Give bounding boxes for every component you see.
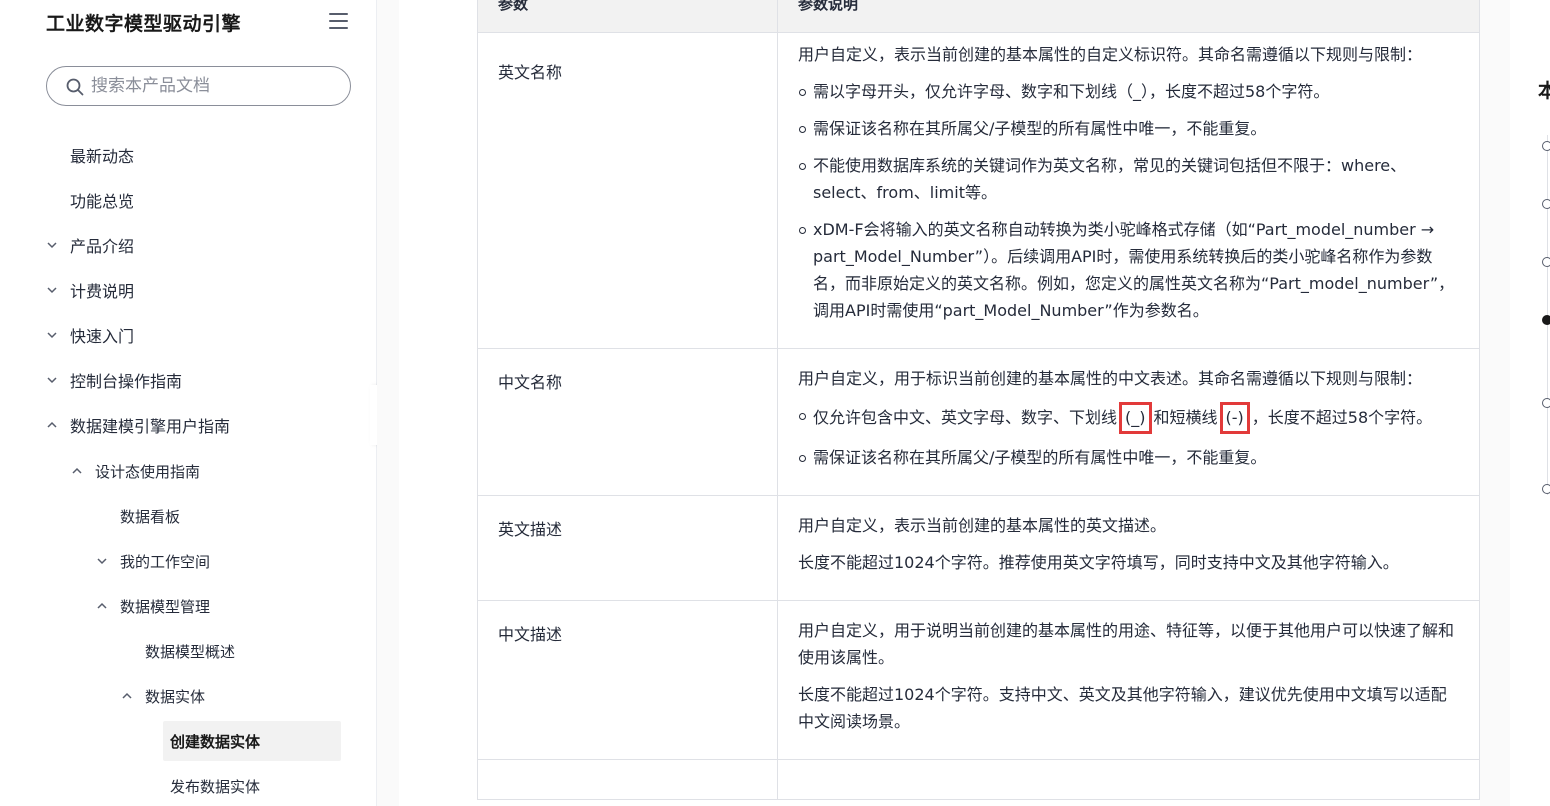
toc-anchor-active[interactable] [1542, 315, 1550, 325]
nav-label: 创建数据实体 [170, 732, 261, 751]
param-name: 中文名称 [477, 348, 778, 496]
highlight-underscore: (_) [1119, 402, 1152, 434]
text-segment: 和短横线 [1153, 408, 1218, 427]
nav-label: 设计态使用指南 [95, 462, 201, 481]
desc-text: 用户自定义，用于说明当前创建的基本属性的用途、特征等，以便于其他用户可以快速了解… [798, 621, 1455, 667]
header-param: 参数 [477, 0, 778, 33]
nav-label: 功能总览 [70, 192, 135, 211]
nav-item-workspace[interactable]: 我的工作空间 [96, 541, 210, 581]
rule-list: 需以字母开头，仅允许字母、数字和下划线（_），长度不超过58个字符。 需保证该名… [798, 78, 1459, 324]
nav-item-quickstart[interactable]: 快速入门 [46, 315, 134, 355]
nav-item-create-entity[interactable]: 创建数据实体 [163, 721, 341, 761]
desc-text: 用户自定义，表示当前创建的基本属性的英文描述。 [798, 516, 1167, 535]
param-name [477, 759, 778, 800]
nav-label: 最新动态 [70, 147, 135, 166]
toc-anchor-3[interactable] [1542, 257, 1550, 267]
toc-anchor-2[interactable] [1542, 199, 1550, 209]
desc-text: 长度不能超过1024个字符。支持中文、英文及其他字符输入，建议优先使用中文填写以… [798, 685, 1447, 731]
nav-label: 发布数据实体 [170, 777, 261, 796]
chevron-down-icon [47, 332, 57, 339]
table-row: 英文名称 用户自定义，表示当前创建的基本属性的自定义标识符。其命名需遵循以下规则… [477, 32, 1480, 349]
chevron-down-icon [47, 242, 57, 249]
nav-label: 数据看板 [120, 507, 181, 526]
main-content: 参数 参数说明 英文名称 用户自定义，表示当前创建的基本属性的自定义标识符。其命… [377, 0, 1510, 806]
text-segment: 仅允许包含中文、英文字母、数字、下划线 [813, 408, 1118, 427]
document-page: 参数 参数说明 英文名称 用户自定义，表示当前创建的基本属性的自定义标识符。其命… [399, 0, 1480, 806]
nav-label: 快速入门 [70, 327, 135, 346]
nav-item-modeling-guide[interactable]: 数据建模引擎用户指南 [46, 405, 230, 445]
nav-label: 数据实体 [145, 687, 206, 706]
nav-label: 我的工作空间 [120, 552, 211, 571]
toc-title: 本 [1538, 80, 1550, 102]
nav-item-dashboard[interactable]: 数据看板 [120, 496, 180, 536]
param-desc: 用户自定义，表示当前创建的基本属性的英文描述。 长度不能超过1024个字符。推荐… [777, 495, 1480, 601]
nav-label: 数据建模引擎用户指南 [70, 417, 231, 436]
search-box[interactable] [46, 66, 351, 106]
table-row: 中文名称 用户自定义，用于标识当前创建的基本属性的中文表述。其命名需遵循以下规则… [477, 348, 1480, 496]
list-item: 需保证该名称在其所属父/子模型的所有属性中唯一，不能重复。 [798, 444, 1459, 471]
list-item: xDM-F会将输入的英文名称自动转换为类小驼峰格式存储（如“Part_model… [798, 216, 1459, 324]
nav-item-data-entity[interactable]: 数据实体 [121, 676, 205, 716]
highlight-hyphen: (-) [1219, 402, 1250, 434]
toc-panel: 本 [1510, 0, 1550, 806]
search-input[interactable] [91, 75, 331, 97]
param-name: 英文名称 [477, 32, 778, 349]
list-item: 不能使用数据库系统的关键词作为英文名称，常见的关键词包括但不限于：where、s… [798, 152, 1459, 206]
toc-anchor-1[interactable] [1542, 141, 1550, 151]
nav-item-billing[interactable]: 计费说明 [46, 270, 134, 310]
nav-label: 计费说明 [70, 282, 135, 301]
sidebar: 工业数字模型驱动引擎 最新动态 功能总览 产品介绍 计费说明 快速入门 控制台操… [0, 0, 377, 806]
list-item: 需保证该名称在其所属父/子模型的所有属性中唯一，不能重复。 [798, 115, 1459, 142]
param-name: 英文描述 [477, 495, 778, 601]
toc-anchor-6[interactable] [1542, 484, 1550, 494]
product-title: 工业数字模型驱动引擎 [46, 13, 242, 35]
menu-icon[interactable] [329, 13, 348, 29]
nav-item-features[interactable]: 功能总览 [70, 180, 134, 220]
desc-text: 长度不能超过1024个字符。推荐使用英文字符填写，同时支持中文及其他字符输入。 [798, 553, 1399, 572]
toc-anchor-5[interactable] [1542, 398, 1550, 408]
table-row: 英文描述 用户自定义，表示当前创建的基本属性的英文描述。 长度不能超过1024个… [477, 495, 1480, 601]
list-item: 需以字母开头，仅允许字母、数字和下划线（_），长度不超过58个字符。 [798, 78, 1459, 105]
param-name: 中文描述 [477, 600, 778, 760]
chevron-down-icon [47, 287, 57, 294]
param-desc: 用户自定义，表示当前创建的基本属性的自定义标识符。其命名需遵循以下规则与限制： … [777, 32, 1480, 349]
chevron-up-icon [97, 602, 107, 609]
table-row [477, 759, 1480, 800]
desc-text: 用户自定义，用于标识当前创建的基本属性的中文表述。其命名需遵循以下规则与限制： [798, 369, 1423, 388]
nav-label: 数据模型概述 [145, 642, 236, 661]
chevron-up-icon [72, 467, 82, 474]
search-icon [66, 78, 84, 96]
chevron-up-icon [47, 421, 57, 428]
nav-item-model-management[interactable]: 数据模型管理 [96, 586, 210, 626]
nav-item-publish-entity[interactable]: 发布数据实体 [170, 766, 260, 806]
table-header-row: 参数 参数说明 [477, 0, 1480, 33]
nav-label: 控制台操作指南 [70, 372, 183, 391]
nav-item-model-overview[interactable]: 数据模型概述 [145, 631, 235, 671]
chevron-up-icon [122, 692, 132, 699]
list-item: 仅允许包含中文、英文字母、数字、下划线 (_) 和短横线 (-) ，长度不超过58个字符… [798, 402, 1459, 434]
nav-label: 产品介绍 [70, 237, 135, 256]
table-row: 中文描述 用户自定义，用于说明当前创建的基本属性的用途、特征等，以便于其他用户可… [477, 600, 1480, 760]
nav-item-console-guide[interactable]: 控制台操作指南 [46, 360, 182, 400]
chevron-down-icon [47, 377, 57, 384]
nav-item-latest[interactable]: 最新动态 [70, 135, 134, 175]
nav-item-product-intro[interactable]: 产品介绍 [46, 225, 134, 265]
rule-list: 仅允许包含中文、英文字母、数字、下划线 (_) 和短横线 (-) ，长度不超过58个字符… [798, 402, 1459, 471]
param-desc [777, 759, 1480, 800]
text-segment: ，长度不超过58个字符。 [1251, 408, 1433, 427]
desc-text: 用户自定义，表示当前创建的基本属性的自定义标识符。其命名需遵循以下规则与限制： [798, 45, 1423, 64]
nav-label: 数据模型管理 [120, 597, 211, 616]
nav-item-design-guide[interactable]: 设计态使用指南 [71, 451, 200, 491]
param-desc: 用户自定义，用于标识当前创建的基本属性的中文表述。其命名需遵循以下规则与限制： … [777, 348, 1480, 496]
param-desc: 用户自定义，用于说明当前创建的基本属性的用途、特征等，以便于其他用户可以快速了解… [777, 600, 1480, 760]
header-desc: 参数说明 [777, 0, 1480, 33]
chevron-down-icon [97, 558, 107, 565]
parameter-table: 参数 参数说明 英文名称 用户自定义，表示当前创建的基本属性的自定义标识符。其命… [477, 0, 1480, 800]
